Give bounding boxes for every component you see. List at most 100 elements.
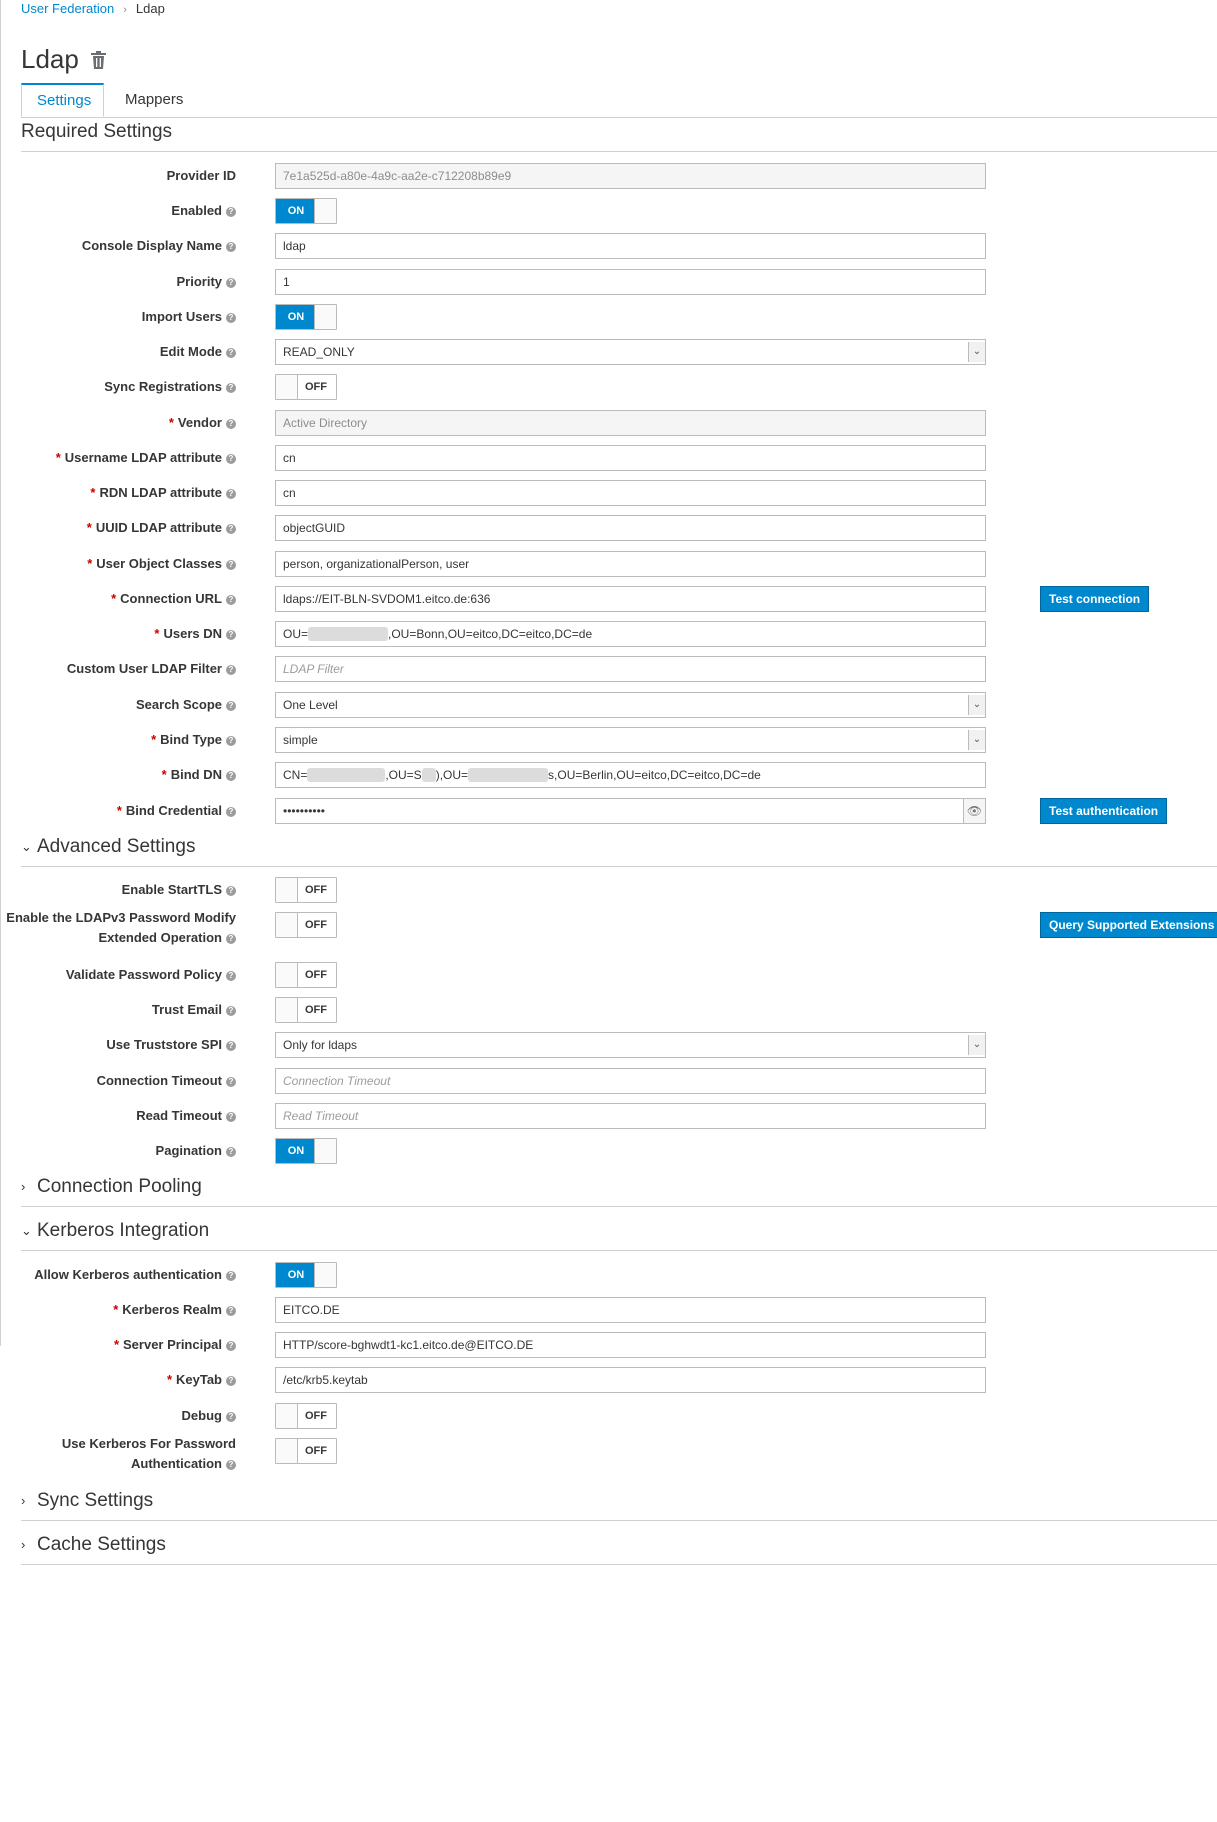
debug-label: Debug? (182, 1408, 236, 1423)
eye-icon[interactable]: 👁 (963, 798, 986, 824)
kerberos-realm-field[interactable]: EITCO.DE (275, 1297, 986, 1323)
help-icon[interactable]: ? (226, 665, 236, 675)
debug-toggle[interactable]: OFF (275, 1403, 337, 1429)
row-edit-mode: Edit Mode? READ_ONLY ⌄ (0, 339, 1217, 365)
help-icon[interactable]: ? (226, 1460, 236, 1470)
test-connection-button[interactable]: Test connection (1040, 586, 1150, 612)
import-users-toggle[interactable]: ON (275, 304, 337, 330)
help-icon[interactable]: ? (226, 595, 236, 605)
section-advanced-title: Advanced Settings (37, 836, 196, 857)
help-icon[interactable]: ? (226, 454, 236, 464)
trash-icon[interactable] (90, 50, 107, 70)
bind-credential-field[interactable]: •••••••••• (275, 798, 964, 824)
server-principal-label: * Server Principal? (114, 1337, 236, 1352)
help-icon[interactable]: ? (226, 560, 236, 570)
enabled-label: Enabled? (171, 203, 236, 218)
help-icon[interactable]: ? (226, 886, 236, 896)
search-scope-select[interactable]: One Level ⌄ (275, 692, 986, 718)
read-timeout-field[interactable]: Read Timeout (275, 1103, 986, 1129)
query-extensions-button[interactable]: Query Supported Extensions (1040, 912, 1217, 938)
section-kerberos-integration[interactable]: ⌄ Kerberos Integration (21, 1220, 1217, 1251)
row-bind-type: * Bind Type? simple ⌄ (0, 727, 1217, 753)
priority-field[interactable]: 1 (275, 269, 986, 295)
enabled-toggle[interactable]: ON (275, 198, 337, 224)
allow-kerberos-toggle[interactable]: ON (275, 1262, 337, 1288)
username-attr-label: * Username LDAP attribute? (56, 450, 236, 465)
tabs: Settings Mappers (21, 83, 1217, 118)
bind-type-select[interactable]: simple ⌄ (275, 727, 986, 753)
ldapv3-label: Enable the LDAPv3 Password Modify Extende… (6, 910, 236, 945)
help-icon[interactable]: ? (226, 1041, 236, 1051)
connection-timeout-field[interactable]: Connection Timeout (275, 1068, 986, 1094)
tab-settings[interactable]: Settings (21, 83, 104, 117)
trust-email-toggle[interactable]: OFF (275, 997, 337, 1023)
sync-registrations-toggle[interactable]: OFF (275, 374, 337, 400)
help-icon[interactable]: ? (226, 489, 236, 499)
help-icon[interactable]: ? (226, 1376, 236, 1386)
chevron-down-icon: ⌄ (968, 1035, 985, 1055)
help-icon[interactable]: ? (226, 1006, 236, 1016)
help-icon[interactable]: ? (226, 630, 236, 640)
edit-mode-select[interactable]: READ_ONLY ⌄ (275, 339, 986, 365)
keytab-field[interactable]: /etc/krb5.keytab (275, 1367, 986, 1393)
kerberos-password-toggle[interactable]: OFF (275, 1438, 337, 1464)
tab-mappers[interactable]: Mappers (110, 83, 198, 117)
help-icon[interactable]: ? (226, 1077, 236, 1087)
username-attr-field[interactable]: cn (275, 445, 986, 471)
row-truststore: Use Truststore SPI? Only for ldaps ⌄ (0, 1032, 1217, 1058)
bind-dn-field[interactable]: CN= ,OU=S),OU= s,OU=Berlin,OU=eitco,DC=eit… (275, 762, 986, 788)
help-icon[interactable]: ? (226, 1306, 236, 1316)
help-icon[interactable]: ? (226, 1147, 236, 1157)
row-users-dn: * Users DN? OU= ,OU=Bonn,OU=eitco,DC=eitco… (0, 621, 1217, 647)
ldapv3-toggle[interactable]: OFF (275, 912, 337, 938)
help-icon[interactable]: ? (226, 383, 236, 393)
truststore-select[interactable]: Only for ldaps ⌄ (275, 1032, 986, 1058)
row-custom-filter: Custom User LDAP Filter? LDAP Filter (0, 656, 1217, 682)
server-principal-field[interactable]: HTTP/score-bghwdt1-kc1.eitco.de@EITCO.DE (275, 1332, 986, 1358)
help-icon[interactable]: ? (226, 736, 236, 746)
row-kerberos-realm: * Kerberos Realm? EITCO.DE (0, 1297, 1217, 1323)
help-icon[interactable]: ? (226, 348, 236, 358)
chevron-right-icon: › (21, 1493, 26, 1509)
help-icon[interactable]: ? (226, 1412, 236, 1422)
test-authentication-button[interactable]: Test authentication (1040, 798, 1168, 824)
connection-url-field[interactable]: ldaps://EIT-BLN-SVDOM1.eitco.de:636 (275, 586, 986, 612)
search-scope-label: Search Scope? (136, 697, 236, 712)
help-icon[interactable]: ? (226, 701, 236, 711)
validate-policy-toggle[interactable]: OFF (275, 962, 337, 988)
row-priority: Priority? 1 (0, 269, 1217, 295)
user-object-classes-field[interactable]: person, organizationalPerson, user (275, 551, 986, 577)
help-icon[interactable]: ? (226, 419, 236, 429)
rdn-attr-field[interactable]: cn (275, 480, 986, 506)
help-icon[interactable]: ? (226, 771, 236, 781)
row-pagination: Pagination? ON (0, 1138, 1217, 1164)
help-icon[interactable]: ? (226, 313, 236, 323)
help-icon[interactable]: ? (226, 934, 236, 944)
help-icon[interactable]: ? (226, 278, 236, 288)
custom-filter-label: Custom User LDAP Filter? (67, 661, 236, 676)
allow-kerberos-label: Allow Kerberos authentication? (34, 1267, 236, 1282)
users-dn-field[interactable]: OU= ,OU=Bonn,OU=eitco,DC=eitco,DC=de (275, 621, 986, 647)
section-cache-settings[interactable]: › Cache Settings (21, 1534, 1217, 1565)
console-display-name-field[interactable]: ldap (275, 233, 986, 259)
row-allow-kerberos: Allow Kerberos authentication? ON (0, 1262, 1217, 1288)
custom-filter-field[interactable]: LDAP Filter (275, 656, 986, 682)
help-icon[interactable]: ? (226, 807, 236, 817)
section-cache-title: Cache Settings (37, 1534, 166, 1555)
section-sync-settings[interactable]: › Sync Settings (21, 1490, 1217, 1521)
help-icon[interactable]: ? (226, 207, 236, 217)
breadcrumb-user-federation[interactable]: User Federation (21, 1, 114, 16)
help-icon[interactable]: ? (226, 242, 236, 252)
help-icon[interactable]: ? (226, 1112, 236, 1122)
pagination-toggle[interactable]: ON (275, 1138, 337, 1164)
help-icon[interactable]: ? (226, 971, 236, 981)
uuid-attr-field[interactable]: objectGUID (275, 515, 986, 541)
help-icon[interactable]: ? (226, 524, 236, 534)
starttls-toggle[interactable]: OFF (275, 877, 337, 903)
section-advanced-settings[interactable]: ⌄ Advanced Settings (21, 836, 1217, 867)
section-connection-pooling[interactable]: › Connection Pooling (21, 1176, 1217, 1207)
section-kerberos-title: Kerberos Integration (37, 1220, 210, 1241)
breadcrumb-current: Ldap (135, 1, 165, 16)
help-icon[interactable]: ? (226, 1271, 236, 1281)
help-icon[interactable]: ? (226, 1341, 236, 1351)
